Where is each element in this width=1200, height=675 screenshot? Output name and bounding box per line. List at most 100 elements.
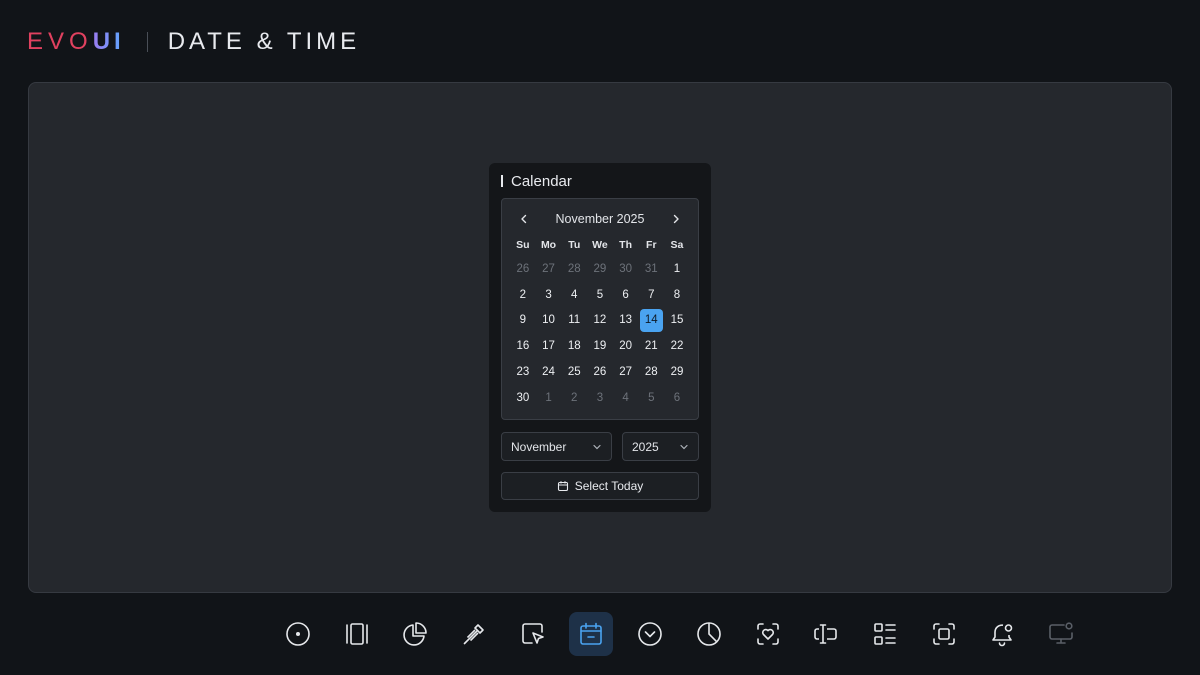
text-input-icon bbox=[814, 624, 837, 644]
toolbar-radio[interactable] bbox=[276, 612, 320, 656]
toolbar-pie-chart[interactable] bbox=[393, 612, 437, 656]
select-today-button[interactable]: Select Today bbox=[501, 472, 699, 500]
calendar-day[interactable]: 1 bbox=[536, 385, 562, 411]
calendar-day[interactable]: 15 bbox=[664, 308, 690, 334]
calendar-day-number: 14 bbox=[639, 308, 663, 332]
card-title-label: Calendar bbox=[511, 172, 572, 190]
calendar-day[interactable]: 30 bbox=[613, 256, 639, 282]
calendar-day-number: 10 bbox=[542, 314, 555, 327]
monitor-icon bbox=[1049, 622, 1073, 644]
calendar-day[interactable]: 25 bbox=[561, 359, 587, 385]
calendar-day-number: 28 bbox=[644, 366, 658, 379]
calendar-day[interactable]: 31 bbox=[638, 256, 664, 282]
calendar-day[interactable]: 6 bbox=[613, 282, 639, 308]
calendar-day[interactable]: 19 bbox=[587, 333, 613, 359]
calendar-day-number: 11 bbox=[568, 314, 581, 327]
toolbar-color-picker[interactable] bbox=[452, 612, 496, 656]
calendar-day-selected[interactable]: 14 bbox=[638, 308, 664, 334]
calendar-day[interactable]: 3 bbox=[587, 385, 613, 411]
prev-month-button[interactable] bbox=[516, 211, 532, 227]
calendar-day[interactable]: 7 bbox=[638, 282, 664, 308]
calendar-day[interactable]: 8 bbox=[664, 282, 690, 308]
component-toolbar bbox=[276, 611, 1098, 657]
calendar-day[interactable]: 4 bbox=[613, 385, 639, 411]
carousel-icon bbox=[345, 623, 368, 645]
select-today-label: Select Today bbox=[574, 479, 644, 493]
calendar-day[interactable]: 1 bbox=[664, 256, 690, 282]
calendar-day[interactable]: 26 bbox=[587, 359, 613, 385]
calendar-day[interactable]: 11 bbox=[561, 308, 587, 334]
toolbar-favorite-scan[interactable] bbox=[746, 612, 790, 656]
notification-bell-icon bbox=[992, 624, 1013, 647]
calendar-day[interactable]: 2 bbox=[510, 282, 536, 308]
calendar-widget: November 2025 Su Mo Tu We Th Fr Sa 26 27 28 29 30 31… bbox=[501, 198, 699, 420]
calendar-day-number: 26 bbox=[516, 262, 530, 275]
chevron-circle-icon bbox=[638, 622, 662, 646]
calendar-day[interactable]: 28 bbox=[561, 256, 587, 282]
logo-ui: UI bbox=[92, 28, 125, 55]
year-select[interactable]: 2025 bbox=[622, 432, 699, 461]
next-month-button[interactable] bbox=[668, 211, 684, 227]
weekday-label: Su bbox=[516, 239, 530, 251]
calendar-day-number: 15 bbox=[670, 314, 684, 327]
calendar-day[interactable]: 5 bbox=[638, 385, 664, 411]
toolbar-dropdown[interactable] bbox=[628, 612, 672, 656]
calendar-day[interactable]: 3 bbox=[536, 282, 562, 308]
toolbar-notification[interactable] bbox=[980, 612, 1024, 656]
calendar-day[interactable]: 24 bbox=[536, 359, 562, 385]
toolbar-monitor[interactable] bbox=[1039, 612, 1083, 656]
calendar-day[interactable]: 4 bbox=[561, 282, 587, 308]
calendar-day-number: 27 bbox=[619, 366, 632, 379]
radio-icon bbox=[286, 622, 310, 646]
calendar-day-number: 6 bbox=[673, 391, 681, 404]
calendar-day[interactable]: 12 bbox=[587, 308, 613, 334]
calendar-day[interactable]: 21 bbox=[638, 333, 664, 359]
toolbar-text-input[interactable] bbox=[804, 612, 848, 656]
calendar-day-number: 8 bbox=[673, 288, 681, 301]
calendar-day-number: 1 bbox=[673, 262, 681, 275]
calendar-day[interactable]: 27 bbox=[536, 256, 562, 282]
calendar-day[interactable]: 28 bbox=[638, 359, 664, 385]
calendar-day[interactable]: 18 bbox=[561, 333, 587, 359]
calendar-day-number: 31 bbox=[644, 262, 658, 275]
calendar-day[interactable]: 17 bbox=[536, 333, 562, 359]
page-title: DATE & TIME bbox=[167, 28, 361, 55]
calendar-day-number: 30 bbox=[619, 262, 632, 275]
calendar-day-number: 27 bbox=[542, 262, 555, 275]
calendar-day[interactable]: 9 bbox=[510, 308, 536, 334]
chevron-down-icon bbox=[593, 444, 601, 449]
toolbar-fullscreen[interactable] bbox=[922, 612, 966, 656]
calendar-day[interactable]: 5 bbox=[587, 282, 613, 308]
toolbar-donut[interactable] bbox=[687, 612, 731, 656]
calendar-day-number: 1 bbox=[545, 391, 552, 404]
calendar-day[interactable]: 30 bbox=[510, 385, 536, 411]
calendar-day[interactable]: 29 bbox=[587, 256, 613, 282]
chevron-down-icon bbox=[680, 444, 688, 449]
calendar-day[interactable]: 20 bbox=[613, 333, 639, 359]
calendar-day[interactable]: 6 bbox=[664, 385, 690, 411]
calendar-day-number: 3 bbox=[545, 288, 552, 301]
calendar-day[interactable]: 10 bbox=[536, 308, 562, 334]
toolbar-cursor-select[interactable] bbox=[511, 612, 555, 656]
calendar-day[interactable]: 2 bbox=[561, 385, 587, 411]
calendar-day-number: 29 bbox=[670, 366, 684, 379]
calendar-day-number: 29 bbox=[593, 262, 607, 275]
list-layout-icon bbox=[874, 623, 896, 645]
calendar-day[interactable]: 22 bbox=[664, 333, 690, 359]
calendar-day-number: 26 bbox=[593, 366, 607, 379]
calendar-day[interactable]: 26 bbox=[510, 256, 536, 282]
toolbar-list-layout[interactable] bbox=[863, 612, 907, 656]
calendar-day-number: 2 bbox=[519, 288, 527, 301]
calendar-day-number: 28 bbox=[567, 262, 581, 275]
toolbar-calendar[interactable] bbox=[569, 612, 614, 656]
calendar-day[interactable]: 13 bbox=[613, 308, 639, 334]
calendar-day-number: 9 bbox=[519, 314, 527, 327]
calendar-day-number: 18 bbox=[567, 340, 581, 353]
calendar-day[interactable]: 27 bbox=[613, 359, 639, 385]
calendar-day[interactable]: 23 bbox=[510, 359, 536, 385]
calendar-day[interactable]: 29 bbox=[664, 359, 690, 385]
calendar-day[interactable]: 16 bbox=[510, 333, 536, 359]
month-select[interactable]: November bbox=[501, 432, 612, 461]
calendar-day-number: 30 bbox=[516, 391, 530, 404]
toolbar-carousel[interactable] bbox=[335, 612, 379, 656]
